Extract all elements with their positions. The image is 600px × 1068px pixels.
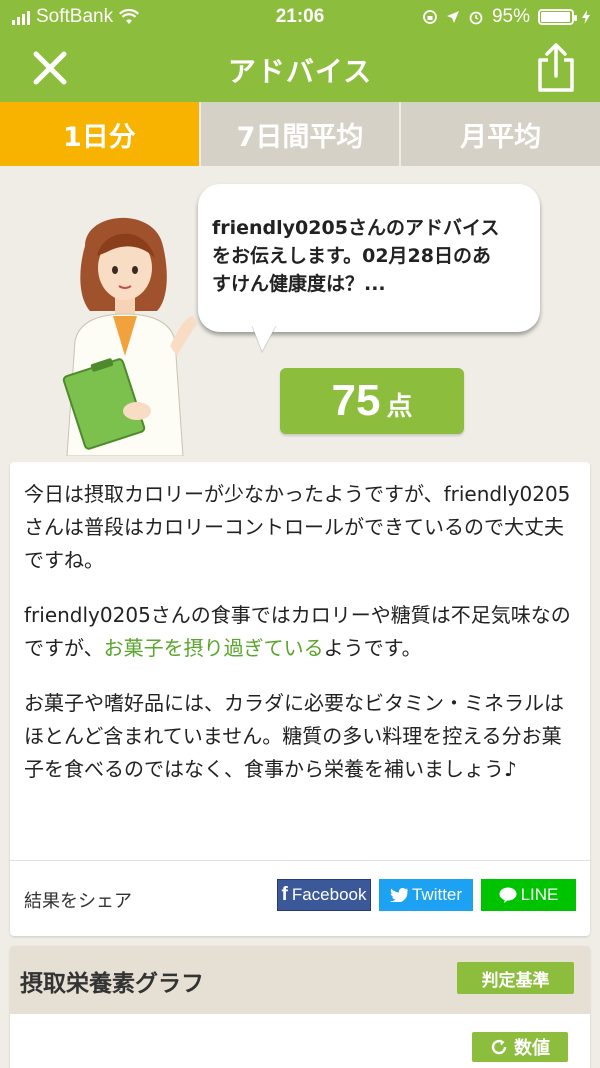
twitter-share-button[interactable]: Twitter [379, 879, 473, 911]
advice-text: 今日は摂取カロリーが少なかったようですが、friendly0205さんは普段はカ… [10, 462, 590, 786]
bubble-line-2: をお伝えします。02月28日のあ [212, 245, 491, 267]
facebook-label: Facebook [291, 885, 367, 904]
bubble-line-3: すけん健康度は？... [212, 273, 386, 295]
status-bar: SoftBank 21:06 95% [0, 0, 600, 34]
twitter-label: Twitter [411, 885, 463, 904]
score-unit: 点 [386, 392, 413, 422]
share-label: 結果をシェア [24, 891, 132, 912]
nutrient-graph-card: 摂取栄養素グラフ 判定基準 数値 [10, 946, 590, 1068]
location-icon [446, 11, 459, 23]
graph-header: 摂取栄養素グラフ 判定基準 [10, 946, 590, 1014]
tab-monthly-average[interactable]: 月平均 [401, 102, 600, 166]
line-label: LINE [520, 885, 559, 904]
line-chat-icon [499, 887, 517, 903]
facebook-share-button[interactable]: f Facebook [277, 879, 371, 911]
facebook-icon: f [281, 884, 288, 905]
advice-paragraph-3: お菓子や嗜好品には、カラダに必要なビタミン・ミネラルはほとんど含まれていません。… [24, 691, 564, 781]
bubble-tail [251, 326, 277, 354]
tab-7day-average[interactable]: 7日間平均 [201, 102, 402, 166]
battery-icon [538, 9, 577, 25]
twitter-bird-icon [389, 888, 408, 902]
page-title: アドバイス [227, 55, 373, 88]
criteria-button[interactable]: 判定基準 [457, 962, 574, 994]
battery-percent: 95% [491, 6, 530, 27]
advice-paragraph-2: friendly0205さんの食事ではカロリーや糖質は不足気味なのですが、お菓子… [24, 599, 576, 665]
advice-p2-end: ようです。 [323, 636, 422, 660]
tab-1day[interactable]: 1日分 [0, 102, 201, 166]
charging-icon [582, 10, 590, 24]
bubble-line-1: friendly0205さんのアドバイス [212, 217, 500, 239]
share-row: 結果をシェア f Facebook Twitter LINE [10, 860, 590, 936]
period-tabs: 1日分 7日間平均 月平均 [0, 102, 600, 166]
line-share-button[interactable]: LINE [481, 879, 576, 911]
values-toggle-label: 数値 [514, 1038, 550, 1059]
advice-paragraph-1: 今日は摂取カロリーが少なかったようですが、friendly0205さんは普段はカ… [24, 482, 571, 572]
refresh-icon [491, 1039, 507, 1055]
advisor-illustration [62, 217, 197, 456]
graph-title: 摂取栄養素グラフ [20, 971, 204, 997]
status-right: 95% [422, 6, 590, 28]
share-icon[interactable] [534, 42, 578, 94]
health-score-badge: 75 点 [280, 368, 464, 434]
values-toggle-button[interactable]: 数値 [472, 1032, 568, 1062]
nav-bar: アドバイス [0, 34, 600, 102]
advice-hero: friendly0205さんのアドバイス をお伝えします。02月28日のあ すけ… [0, 166, 600, 460]
advice-highlight: お菓子を摂り過ぎている [103, 636, 324, 660]
alarm-icon [469, 11, 483, 25]
advice-card: 今日は摂取カロリーが少なかったようですが、friendly0205さんは普段はカ… [10, 462, 590, 936]
rotation-lock-icon [423, 10, 437, 24]
advice-speech-bubble: friendly0205さんのアドバイス をお伝えします。02月28日のあ すけ… [198, 184, 540, 332]
health-score: 75 [331, 376, 381, 425]
